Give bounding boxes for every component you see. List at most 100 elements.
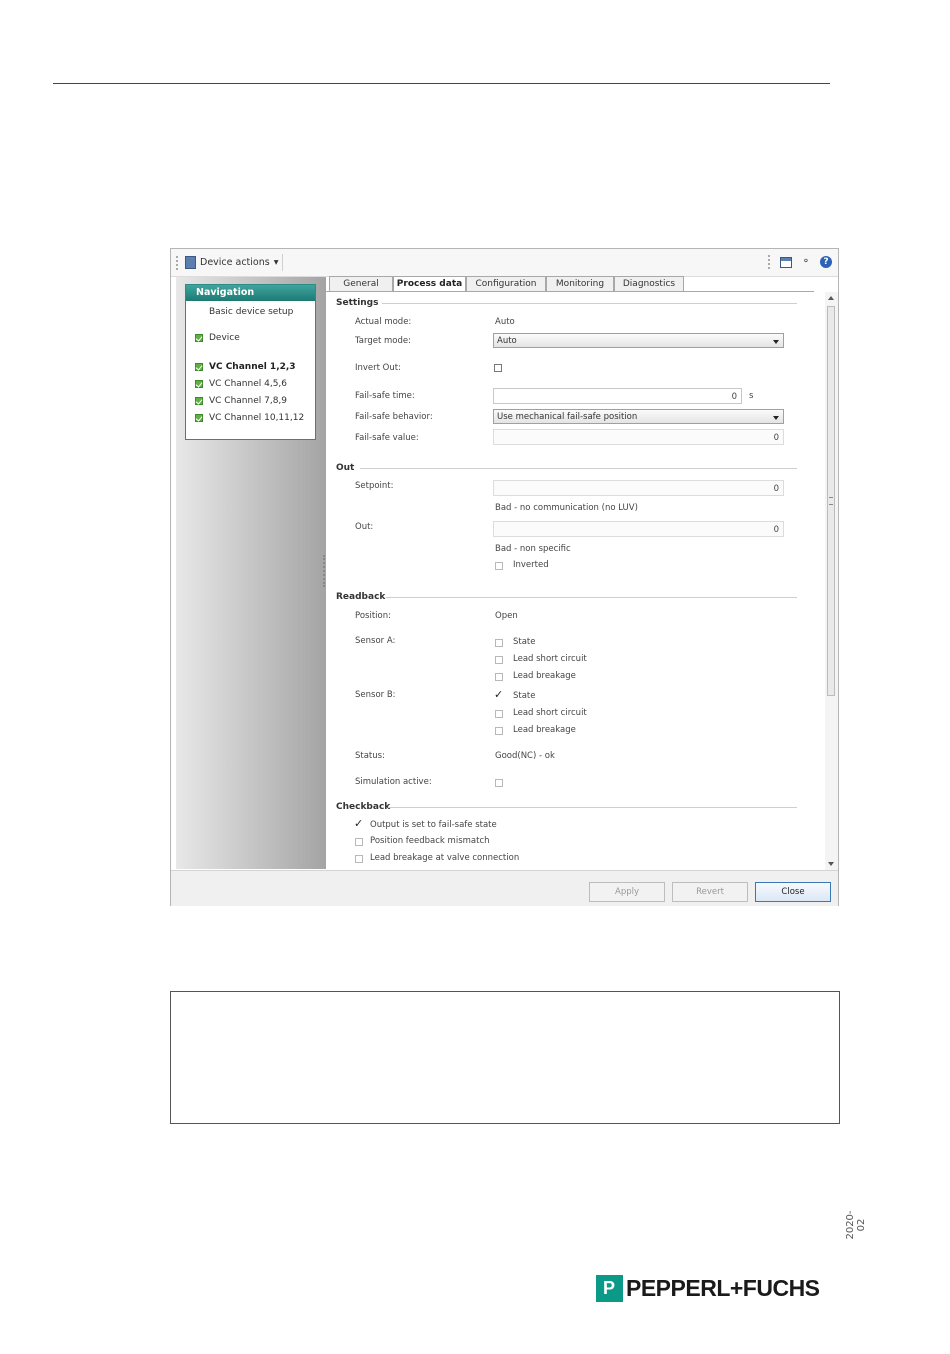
check-icon: [195, 397, 203, 405]
simulation-active-checkbox: [495, 779, 503, 787]
position-value: Open: [495, 611, 518, 621]
vertical-scrollbar[interactable]: [825, 292, 838, 870]
nav-item-vc-channel-1-2-3[interactable]: VC Channel 1,2,3: [195, 362, 296, 372]
sensor-a-label: Sensor A:: [355, 636, 396, 646]
sensor-a-short-circuit-label: Lead short circuit: [513, 654, 587, 664]
target-mode-label: Target mode:: [355, 336, 411, 346]
tab-monitoring[interactable]: Monitoring: [546, 276, 614, 291]
dialog-footer: Apply Revert Close: [171, 870, 838, 906]
section-readback-heading: Readback: [336, 592, 386, 602]
out-status: Bad - non specific: [495, 544, 571, 554]
sensor-a-state-checkbox: [495, 639, 503, 647]
setpoint-field: 0: [493, 480, 784, 496]
sensor-b-short-circuit-label: Lead short circuit: [513, 708, 587, 718]
check-icon: [195, 380, 203, 388]
logo-mark-icon: P: [596, 1275, 623, 1302]
scroll-up-icon[interactable]: [828, 296, 834, 300]
failsafe-time-unit: s: [749, 391, 754, 401]
close-button[interactable]: Close: [755, 882, 831, 902]
check-icon: [195, 414, 203, 422]
user-settings-icon[interactable]: ⚬: [800, 256, 812, 268]
navigation-sidebar: Navigation Basic device setup Device VC …: [176, 277, 326, 869]
apply-button[interactable]: Apply: [589, 882, 665, 902]
sensor-a-breakage-checkbox: [495, 673, 503, 681]
position-label: Position:: [355, 611, 391, 621]
target-mode-select[interactable]: Auto: [493, 333, 784, 348]
nav-item-vc-channel-4-5-6[interactable]: VC Channel 4,5,6: [195, 379, 287, 389]
company-logo: P PEPPERL+FUCHS: [596, 1275, 820, 1302]
failsafe-value-field: 0: [493, 429, 784, 445]
tab-configuration[interactable]: Configuration: [466, 276, 546, 291]
section-divider: [382, 303, 797, 304]
sensor-a-breakage-label: Lead breakage: [513, 671, 576, 681]
inverted-checkbox: [495, 562, 503, 570]
section-checkback-heading: Checkback: [336, 802, 391, 812]
check-icon: [195, 334, 203, 342]
sensor-b-breakage-checkbox: [495, 727, 503, 735]
check-icon: [195, 363, 203, 371]
toolbar-grip[interactable]: [176, 256, 180, 270]
checkback-mismatch-label: Position feedback mismatch: [370, 836, 490, 846]
note-box: [170, 991, 840, 1124]
failsafe-time-label: Fail-safe time:: [355, 391, 415, 401]
device-actions-menu[interactable]: Device actions ▾: [185, 254, 284, 271]
nav-item-label: VC Channel 4,5,6: [209, 379, 288, 389]
nav-item-label: Basic device setup: [209, 307, 294, 317]
scroll-down-icon[interactable]: [828, 862, 834, 866]
failsafe-behavior-select[interactable]: Use mechanical fail-safe position: [493, 409, 784, 424]
toolbar: Device actions ▾ ⚬ ?: [171, 249, 838, 277]
nav-item-basic-device-setup[interactable]: Basic device setup: [195, 307, 293, 317]
simulation-active-label: Simulation active:: [355, 777, 432, 787]
checkback-failsafe-label: Output is set to fail-safe state: [370, 820, 497, 830]
chevron-down-icon: ▾: [273, 257, 279, 268]
scrollbar-thumb[interactable]: [827, 306, 835, 696]
nav-item-vc-channel-7-8-9[interactable]: VC Channel 7,8,9: [195, 396, 287, 406]
status-value: Good(NC) - ok: [495, 751, 555, 761]
checkback-breakage-label: Lead breakage at valve connection: [370, 853, 520, 863]
nav-item-vc-channel-10-11-12[interactable]: VC Channel 10,11,12: [195, 413, 304, 423]
nav-item-label: VC Channel 10,11,12: [209, 413, 305, 423]
checkback-breakage-checkbox: [355, 855, 363, 863]
sensor-b-state-label: State: [513, 691, 536, 701]
invert-out-label: Invert Out:: [355, 363, 401, 373]
out-field: 0: [493, 521, 784, 537]
failsafe-value-label: Fail-safe value:: [355, 433, 419, 443]
help-icon[interactable]: ?: [820, 256, 832, 268]
section-divider: [388, 807, 797, 808]
section-divider: [360, 468, 797, 469]
nav-item-label: VC Channel 7,8,9: [209, 396, 288, 406]
sensor-b-label: Sensor B:: [355, 690, 396, 700]
toolbar-grip-right[interactable]: [768, 255, 772, 269]
sensor-b-breakage-label: Lead breakage: [513, 725, 576, 735]
navigation-title: Navigation: [186, 285, 315, 301]
invert-out-checkbox[interactable]: [494, 364, 502, 372]
status-label: Status:: [355, 751, 385, 761]
document-date: 2020-02: [845, 1210, 867, 1240]
window-icon[interactable]: [780, 256, 792, 268]
setpoint-label: Setpoint:: [355, 481, 394, 491]
failsafe-time-input[interactable]: 0: [493, 388, 742, 404]
section-settings-heading: Settings: [336, 298, 379, 308]
actual-mode-label: Actual mode:: [355, 317, 412, 327]
header-rule: [53, 83, 830, 84]
scroll-grip-icon: [829, 497, 833, 505]
checkback-failsafe-checkmark-icon: ✓: [354, 817, 364, 830]
sensor-b-short-circuit-checkbox: [495, 710, 503, 718]
navigation-panel: Navigation Basic device setup Device VC …: [185, 284, 316, 440]
tab-diagnostics[interactable]: Diagnostics: [614, 276, 684, 291]
device-dtm-window: Device actions ▾ ⚬ ? Navigation Basic de…: [170, 248, 839, 906]
section-divider: [386, 597, 797, 598]
tab-general[interactable]: General: [329, 276, 393, 291]
nav-item-label: Device: [209, 333, 240, 343]
device-icon: [185, 256, 196, 269]
sensor-a-short-circuit-checkbox: [495, 656, 503, 664]
toolbar-icons: ⚬ ?: [768, 255, 832, 269]
nav-item-device[interactable]: Device: [195, 333, 240, 343]
actual-mode-value: Auto: [495, 317, 515, 327]
logo-text: PEPPERL+FUCHS: [626, 1275, 820, 1301]
setpoint-status: Bad - no communication (no LUV): [495, 503, 638, 513]
failsafe-behavior-label: Fail-safe behavior:: [355, 412, 433, 422]
revert-button[interactable]: Revert: [672, 882, 748, 902]
tab-process-data[interactable]: Process data: [393, 276, 466, 292]
checkback-mismatch-checkbox: [355, 838, 363, 846]
